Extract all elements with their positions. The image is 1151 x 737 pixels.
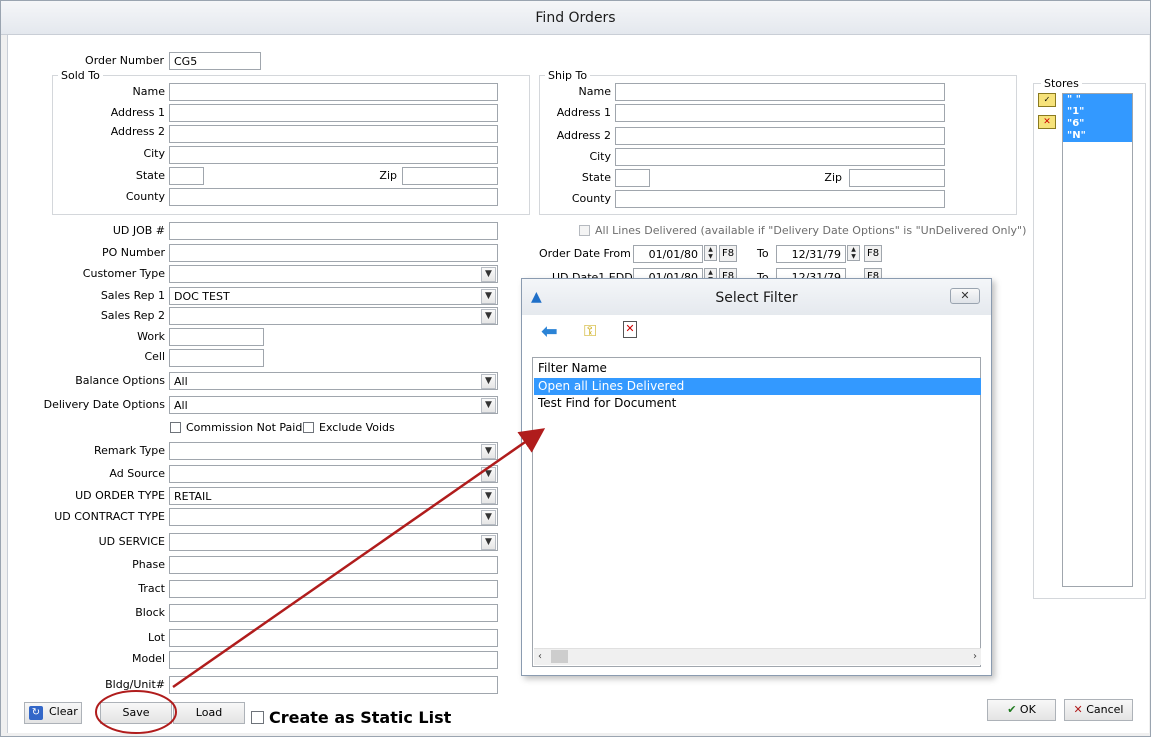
annotation-circle	[95, 690, 177, 734]
find-orders-window: Find Orders Order Number CG5 Sold To Nam…	[0, 0, 1151, 737]
annotation-arrow	[172, 428, 546, 689]
annotation-overlay	[95, 428, 546, 734]
